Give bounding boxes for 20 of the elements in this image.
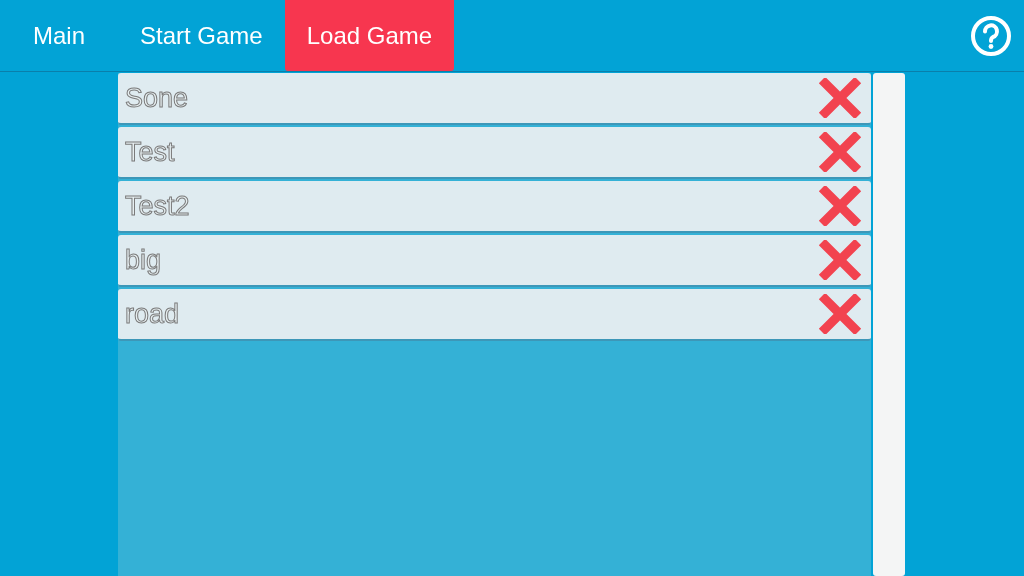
save-slot[interactable]: Sone xyxy=(118,73,871,125)
save-name: road xyxy=(125,298,180,330)
save-slot[interactable]: Test xyxy=(118,127,871,179)
save-slot[interactable]: Test2 xyxy=(118,181,871,233)
save-slot[interactable]: big xyxy=(118,235,871,287)
save-name: Sone xyxy=(125,82,189,114)
tab[interactable]: Load Game xyxy=(284,0,455,71)
tab[interactable]: Start Game xyxy=(118,0,285,71)
help-icon[interactable] xyxy=(970,14,1012,57)
delete-icon[interactable] xyxy=(818,78,862,118)
save-name: Test2 xyxy=(125,190,190,222)
save-name: big xyxy=(125,244,162,276)
scrollbar[interactable] xyxy=(873,73,905,576)
save-slot[interactable]: road xyxy=(118,289,871,341)
delete-icon[interactable] xyxy=(818,294,862,334)
delete-icon[interactable] xyxy=(818,186,862,226)
save-name: Test xyxy=(125,136,175,168)
delete-icon[interactable] xyxy=(818,240,862,280)
delete-icon[interactable] xyxy=(818,132,862,172)
tab[interactable]: Main xyxy=(0,0,118,71)
